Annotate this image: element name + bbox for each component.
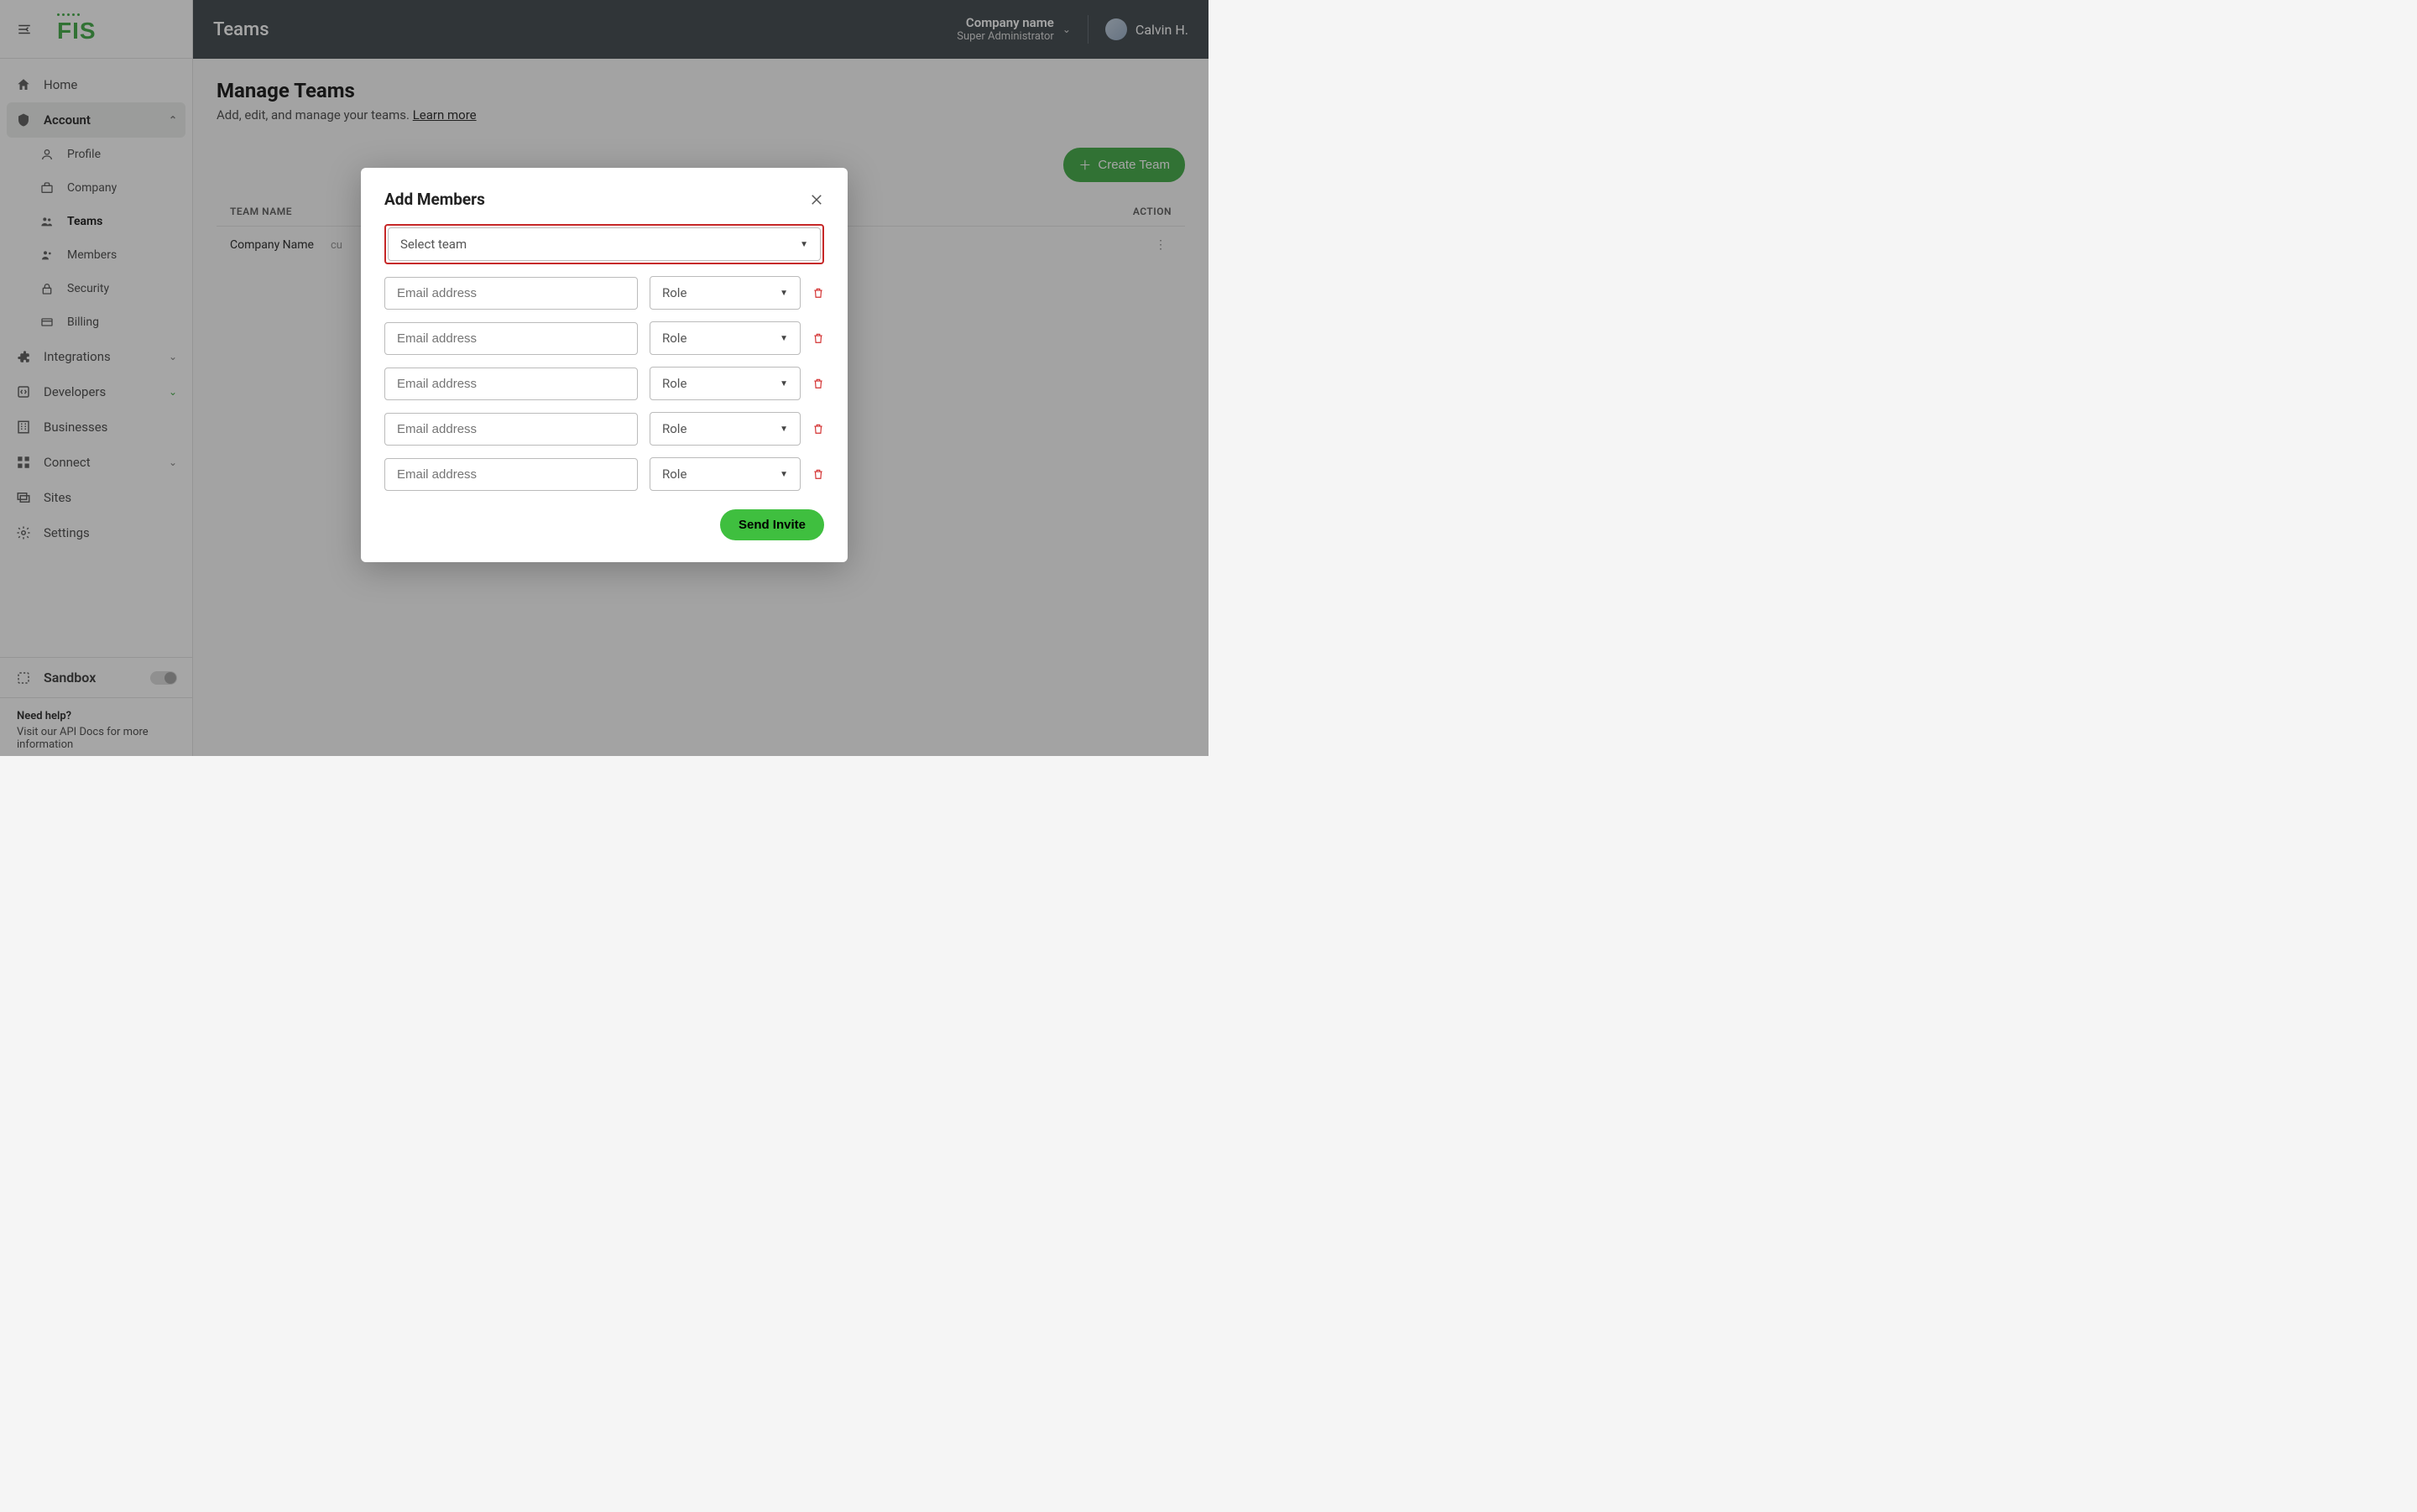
select-team-highlight: Select team ▼ xyxy=(384,224,824,264)
modal-title: Add Members xyxy=(384,190,485,209)
role-placeholder: Role xyxy=(662,421,686,436)
member-rows: Role ▼ Role ▼ Role ▼ xyxy=(384,276,824,491)
email-input[interactable] xyxy=(384,458,638,491)
member-row: Role ▼ xyxy=(384,321,824,355)
delete-row-icon[interactable] xyxy=(812,287,824,299)
member-row: Role ▼ xyxy=(384,367,824,400)
role-placeholder: Role xyxy=(662,331,686,346)
caret-down-icon: ▼ xyxy=(800,240,808,249)
role-placeholder: Role xyxy=(662,376,686,391)
close-icon[interactable] xyxy=(809,192,824,207)
email-input[interactable] xyxy=(384,277,638,310)
role-select[interactable]: Role ▼ xyxy=(650,457,801,491)
add-members-modal: Add Members Select team ▼ Role ▼ xyxy=(361,168,848,562)
delete-row-icon[interactable] xyxy=(812,468,824,480)
send-invite-button[interactable]: Send Invite xyxy=(720,509,824,540)
role-placeholder: Role xyxy=(662,285,686,300)
role-select[interactable]: Role ▼ xyxy=(650,367,801,400)
modal-overlay: Add Members Select team ▼ Role ▼ xyxy=(0,0,1208,756)
email-input[interactable] xyxy=(384,413,638,446)
delete-row-icon[interactable] xyxy=(812,378,824,389)
caret-down-icon: ▼ xyxy=(780,334,788,343)
select-team-dropdown[interactable]: Select team ▼ xyxy=(388,227,821,261)
select-team-placeholder: Select team xyxy=(400,237,467,252)
role-select[interactable]: Role ▼ xyxy=(650,321,801,355)
caret-down-icon: ▼ xyxy=(780,289,788,298)
member-row: Role ▼ xyxy=(384,276,824,310)
caret-down-icon: ▼ xyxy=(780,379,788,388)
delete-row-icon[interactable] xyxy=(812,332,824,344)
modal-header: Add Members xyxy=(384,190,824,209)
caret-down-icon: ▼ xyxy=(780,425,788,434)
member-row: Role ▼ xyxy=(384,457,824,491)
email-input[interactable] xyxy=(384,322,638,355)
role-placeholder: Role xyxy=(662,467,686,482)
modal-footer: Send Invite xyxy=(384,509,824,540)
role-select[interactable]: Role ▼ xyxy=(650,412,801,446)
delete-row-icon[interactable] xyxy=(812,423,824,435)
role-select[interactable]: Role ▼ xyxy=(650,276,801,310)
email-input[interactable] xyxy=(384,368,638,400)
member-row: Role ▼ xyxy=(384,412,824,446)
caret-down-icon: ▼ xyxy=(780,470,788,479)
